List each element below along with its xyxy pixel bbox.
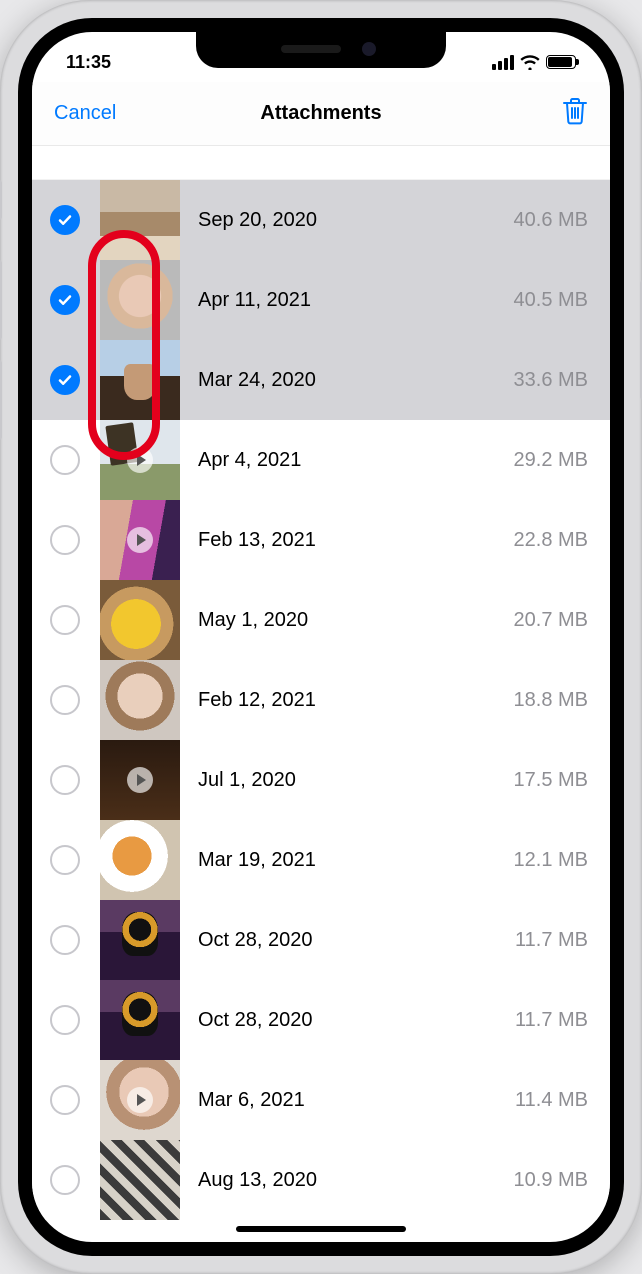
cellular-signal-icon xyxy=(492,55,514,70)
attachment-date: Mar 24, 2020 xyxy=(180,369,514,392)
attachment-date: Feb 13, 2021 xyxy=(180,529,514,552)
attachment-thumbnail[interactable] xyxy=(100,660,180,740)
attachment-date: Apr 11, 2021 xyxy=(180,289,514,312)
device-notch xyxy=(196,32,446,68)
checkmark-icon xyxy=(57,292,73,308)
attachment-row[interactable]: Aug 13, 202010.9 MB xyxy=(32,1140,610,1220)
attachment-row[interactable]: May 1, 202020.7 MB xyxy=(32,580,610,660)
attachment-row[interactable]: Oct 28, 202011.7 MB xyxy=(32,980,610,1060)
attachment-date: Oct 28, 2020 xyxy=(180,929,515,952)
attachment-date: Sep 20, 2020 xyxy=(180,209,514,232)
attachment-size: 40.5 MB xyxy=(514,289,588,312)
attachment-thumbnail[interactable] xyxy=(100,980,180,1060)
selection-checkbox[interactable] xyxy=(50,205,80,235)
mute-switch xyxy=(0,180,2,220)
selection-checkbox[interactable] xyxy=(50,1005,80,1035)
attachment-row[interactable]: Mar 6, 202111.4 MB xyxy=(32,1060,610,1140)
play-icon xyxy=(127,767,153,793)
selection-checkbox[interactable] xyxy=(50,1165,80,1195)
volume-up-button xyxy=(0,260,2,340)
attachment-date: Apr 4, 2021 xyxy=(180,449,514,472)
attachments-list[interactable]: Sep 20, 202040.6 MBApr 11, 202140.5 MBMa… xyxy=(32,180,610,1220)
play-icon xyxy=(127,527,153,553)
battery-icon xyxy=(546,55,576,69)
attachment-row[interactable]: Feb 12, 202118.8 MB xyxy=(32,660,610,740)
attachment-row[interactable]: Mar 24, 202033.6 MB xyxy=(32,340,610,420)
delete-button[interactable] xyxy=(562,96,588,131)
attachment-date: Jul 1, 2020 xyxy=(180,769,514,792)
attachment-size: 29.2 MB xyxy=(514,449,588,472)
attachment-size: 18.8 MB xyxy=(514,689,588,712)
attachment-row[interactable]: Feb 13, 202122.8 MB xyxy=(32,500,610,580)
selection-checkbox[interactable] xyxy=(50,1085,80,1115)
selection-checkbox[interactable] xyxy=(50,845,80,875)
attachment-thumbnail[interactable] xyxy=(100,420,180,500)
attachment-thumbnail[interactable] xyxy=(100,1060,180,1140)
attachment-thumbnail[interactable] xyxy=(100,260,180,340)
attachment-thumbnail[interactable] xyxy=(100,740,180,820)
checkmark-icon xyxy=(57,372,73,388)
cancel-button[interactable]: Cancel xyxy=(54,102,116,125)
play-icon xyxy=(127,447,153,473)
attachment-thumbnail[interactable] xyxy=(100,500,180,580)
attachment-thumbnail[interactable] xyxy=(100,1140,180,1220)
list-header-spacer xyxy=(32,146,610,180)
selection-checkbox[interactable] xyxy=(50,445,80,475)
selection-checkbox[interactable] xyxy=(50,525,80,555)
status-time: 11:35 xyxy=(66,52,111,73)
attachment-date: Oct 28, 2020 xyxy=(180,1009,515,1032)
device-bezel: 11:35 Cancel Attachments xyxy=(18,18,624,1256)
attachment-size: 10.9 MB xyxy=(514,1169,588,1192)
nav-bar: Cancel Attachments xyxy=(32,82,610,146)
attachment-size: 11.7 MB xyxy=(515,1009,588,1032)
attachment-size: 20.7 MB xyxy=(514,609,588,632)
wifi-icon xyxy=(520,55,540,70)
home-indicator[interactable] xyxy=(236,1226,406,1232)
status-right xyxy=(492,55,576,70)
attachment-thumbnail[interactable] xyxy=(100,900,180,980)
attachment-size: 33.6 MB xyxy=(514,369,588,392)
attachment-date: Feb 12, 2021 xyxy=(180,689,514,712)
screen: 11:35 Cancel Attachments xyxy=(32,32,610,1242)
selection-checkbox[interactable] xyxy=(50,925,80,955)
attachment-size: 12.1 MB xyxy=(514,849,588,872)
attachment-size: 40.6 MB xyxy=(514,209,588,232)
attachment-row[interactable]: Sep 20, 202040.6 MB xyxy=(32,180,610,260)
attachment-thumbnail[interactable] xyxy=(100,340,180,420)
attachment-thumbnail[interactable] xyxy=(100,820,180,900)
attachment-size: 11.7 MB xyxy=(515,929,588,952)
page-title: Attachments xyxy=(260,102,381,125)
attachment-size: 11.4 MB xyxy=(515,1089,588,1112)
device-frame: 11:35 Cancel Attachments xyxy=(0,0,642,1274)
attachment-size: 22.8 MB xyxy=(514,529,588,552)
selection-checkbox[interactable] xyxy=(50,685,80,715)
attachment-row[interactable]: Apr 4, 202129.2 MB xyxy=(32,420,610,500)
checkmark-icon xyxy=(57,212,73,228)
volume-down-button xyxy=(0,360,2,440)
selection-checkbox[interactable] xyxy=(50,365,80,395)
attachment-date: Aug 13, 2020 xyxy=(180,1169,514,1192)
attachment-size: 17.5 MB xyxy=(514,769,588,792)
attachment-date: May 1, 2020 xyxy=(180,609,514,632)
selection-checkbox[interactable] xyxy=(50,605,80,635)
attachment-thumbnail[interactable] xyxy=(100,580,180,660)
attachment-thumbnail[interactable] xyxy=(100,180,180,260)
trash-icon xyxy=(562,96,588,126)
selection-checkbox[interactable] xyxy=(50,765,80,795)
attachment-row[interactable]: Jul 1, 202017.5 MB xyxy=(32,740,610,820)
attachment-row[interactable]: Oct 28, 202011.7 MB xyxy=(32,900,610,980)
attachment-row[interactable]: Mar 19, 202112.1 MB xyxy=(32,820,610,900)
attachment-row[interactable]: Apr 11, 202140.5 MB xyxy=(32,260,610,340)
play-icon xyxy=(127,1087,153,1113)
attachment-date: Mar 6, 2021 xyxy=(180,1089,515,1112)
selection-checkbox[interactable] xyxy=(50,285,80,315)
attachment-date: Mar 19, 2021 xyxy=(180,849,514,872)
